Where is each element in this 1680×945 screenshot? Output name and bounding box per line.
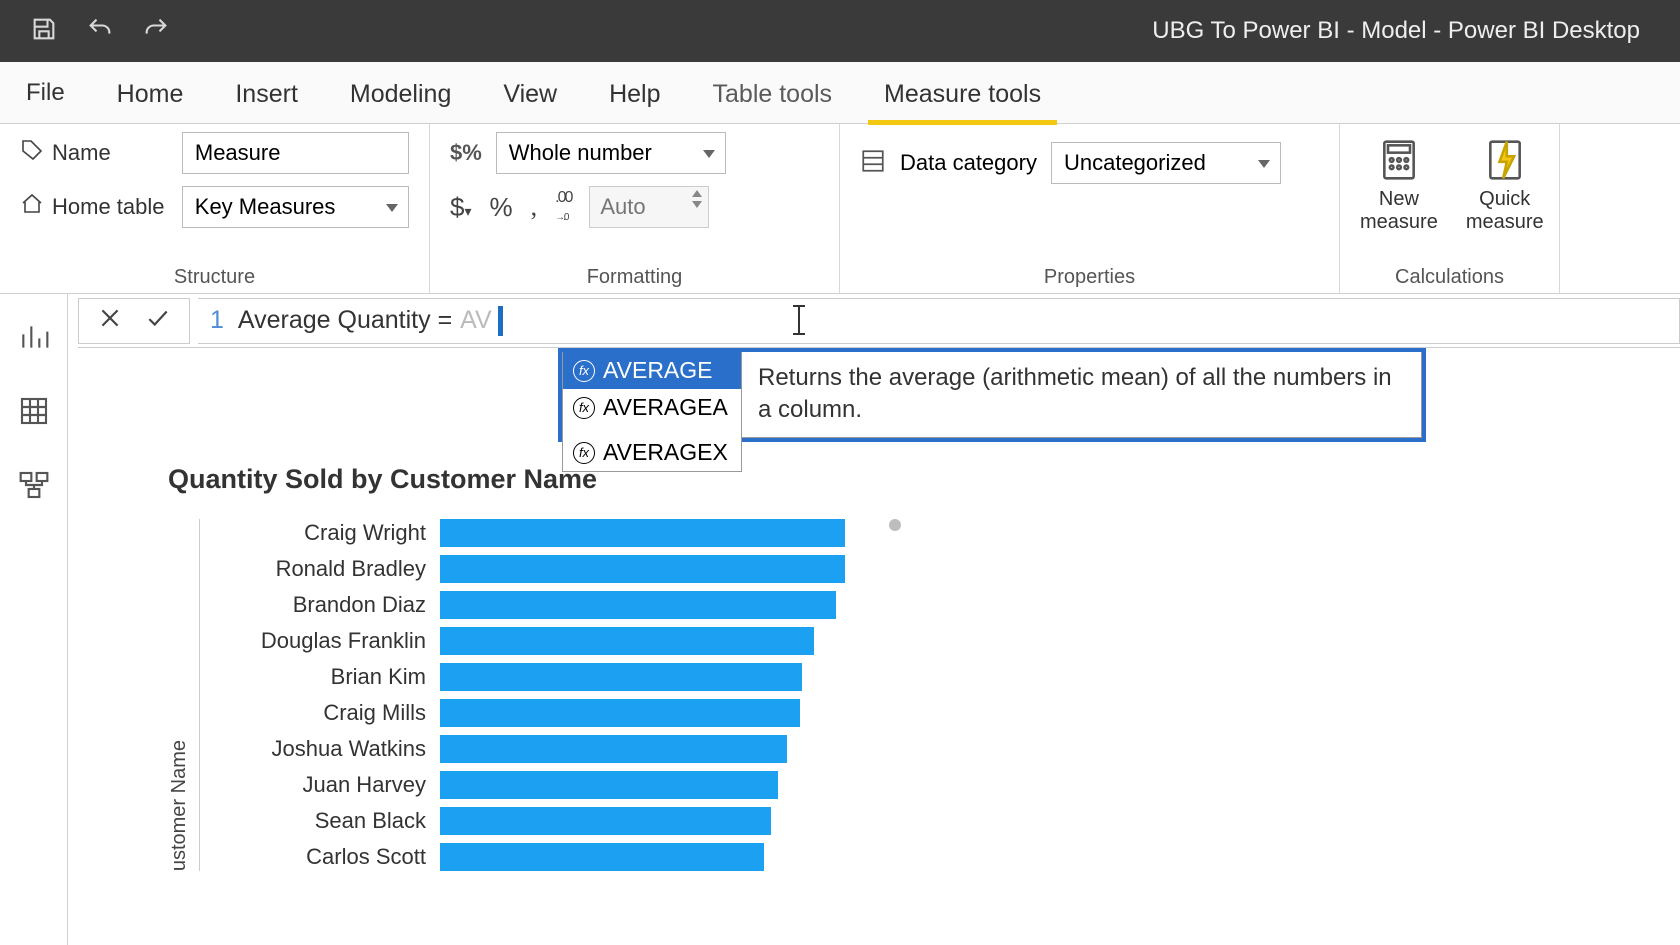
chart-category-label: Juan Harvey	[200, 772, 440, 798]
tag-icon	[20, 138, 44, 168]
text-caret	[498, 306, 503, 336]
chart-bar[interactable]	[440, 555, 845, 583]
chart-bar-row: Craig Wright	[200, 519, 845, 547]
intellisense-item[interactable]: fx AVERAGEA	[563, 389, 741, 426]
group-label-properties: Properties	[860, 260, 1319, 289]
commit-formula-icon[interactable]	[145, 305, 171, 336]
intellisense-description: Returns the average (arithmetic mean) of…	[742, 352, 1422, 438]
cancel-formula-icon[interactable]	[97, 305, 123, 336]
group-label-formatting: Formatting	[450, 260, 819, 289]
chart-bar[interactable]	[440, 843, 764, 871]
formula-bar: 1 Average Quantity = AV	[78, 294, 1680, 348]
decimals-stepper[interactable]	[589, 186, 709, 228]
format-icon: $%	[450, 140, 482, 166]
chart-bar-row: Joshua Watkins	[200, 735, 845, 763]
intellisense-popup: fx AVERAGE fx AVERAGEA Returns the average …	[558, 348, 1426, 442]
function-icon: fx	[573, 360, 595, 382]
view-rail	[0, 294, 68, 945]
intellisense-item[interactable]: fx AVERAGE	[563, 352, 741, 389]
measure-name-input[interactable]	[182, 132, 409, 174]
tab-table-tools[interactable]: Table tools	[687, 80, 859, 123]
intellisense-item-label: AVERAGEX	[603, 439, 728, 466]
intellisense-item-label: AVERAGE	[603, 357, 713, 384]
chart-category-label: Douglas Franklin	[200, 628, 440, 654]
data-category-label: Data category	[900, 150, 1037, 176]
formula-line-number: 1	[210, 306, 224, 335]
decimal-button[interactable]: .00→.0	[555, 189, 571, 225]
ibeam-cursor	[798, 305, 800, 335]
chart-category-label: Ronald Bradley	[200, 556, 440, 582]
chart-bar[interactable]	[440, 771, 778, 799]
tab-insert[interactable]: Insert	[209, 80, 324, 123]
chart-bar[interactable]	[440, 663, 802, 691]
chart-bar-row: Douglas Franklin	[200, 627, 845, 655]
data-view-icon[interactable]	[15, 392, 53, 430]
chart-bar-row: Sean Black	[200, 807, 845, 835]
thousands-button[interactable]: ,	[531, 192, 538, 222]
titlebar: UBG To Power BI - Model - Power BI Deskt…	[0, 0, 1680, 62]
tab-modeling[interactable]: Modeling	[324, 80, 477, 123]
currency-button[interactable]: $▾	[450, 192, 472, 223]
tab-file[interactable]: File	[0, 79, 91, 123]
intellisense-item-label: AVERAGEA	[603, 394, 728, 421]
chart-y-axis-label: ustomer Name	[168, 700, 191, 871]
chart: Quantity Sold by Customer Name ustomer N…	[168, 464, 845, 871]
chart-bar[interactable]	[440, 519, 845, 547]
data-category-combo[interactable]: Uncategorized	[1051, 142, 1281, 184]
chart-category-label: Brian Kim	[200, 664, 440, 690]
chart-bar-row: Carlos Scott	[200, 843, 845, 871]
formula-input[interactable]: 1 Average Quantity = AV	[198, 298, 1680, 344]
chart-category-label: Carlos Scott	[200, 844, 440, 870]
formula-text: Average Quantity =	[238, 306, 452, 335]
new-measure-button[interactable]: New measure	[1360, 138, 1438, 234]
tab-home[interactable]: Home	[91, 80, 210, 123]
chart-bar[interactable]	[440, 591, 836, 619]
chart-bar-row: Juan Harvey	[200, 771, 845, 799]
chart-category-label: Craig Mills	[200, 700, 440, 726]
chart-bar[interactable]	[440, 627, 814, 655]
report-view-icon[interactable]	[15, 318, 53, 356]
intellisense-item[interactable]: fx AVERAGEX	[563, 434, 741, 471]
data-type-combo[interactable]: Whole number	[496, 132, 726, 174]
tab-help[interactable]: Help	[583, 80, 686, 123]
group-label-structure: Structure	[20, 260, 409, 289]
chart-category-label: Joshua Watkins	[200, 736, 440, 762]
percent-button[interactable]: %	[490, 192, 513, 223]
chart-bar[interactable]	[440, 807, 771, 835]
save-icon[interactable]	[30, 15, 58, 48]
category-icon	[860, 148, 886, 179]
redo-icon[interactable]	[142, 15, 170, 48]
chart-scrollbar-thumb[interactable]	[889, 519, 901, 531]
ribbon: Name Home table Key Measures Structure	[0, 124, 1680, 294]
ribbon-tabs: File Home Insert Modeling View Help Tabl…	[0, 62, 1680, 124]
home-table-label: Home table	[52, 194, 165, 220]
chart-category-label: Brandon Diaz	[200, 592, 440, 618]
function-icon: fx	[573, 397, 595, 419]
quick-measure-button[interactable]: Quick measure	[1466, 138, 1544, 234]
chart-category-label: Craig Wright	[200, 520, 440, 546]
group-label-calculations: Calculations	[1360, 260, 1539, 289]
tab-view[interactable]: View	[477, 80, 583, 123]
undo-icon[interactable]	[86, 15, 114, 48]
home-icon	[20, 192, 44, 222]
chart-bar-row: Brandon Diaz	[200, 591, 845, 619]
window-title: UBG To Power BI - Model - Power BI Deskt…	[1152, 17, 1640, 45]
chart-title: Quantity Sold by Customer Name	[168, 464, 845, 495]
function-icon: fx	[573, 442, 595, 464]
home-table-combo[interactable]: Key Measures	[182, 186, 409, 228]
name-label: Name	[52, 140, 111, 166]
chart-bar[interactable]	[440, 699, 800, 727]
chart-bar-row: Ronald Bradley	[200, 555, 845, 583]
chart-bar-row: Brian Kim	[200, 663, 845, 691]
tab-measure-tools[interactable]: Measure tools	[858, 80, 1067, 123]
chart-bar-row: Craig Mills	[200, 699, 845, 727]
chart-category-label: Sean Black	[200, 808, 440, 834]
chart-bar[interactable]	[440, 735, 787, 763]
model-view-icon[interactable]	[15, 466, 53, 504]
